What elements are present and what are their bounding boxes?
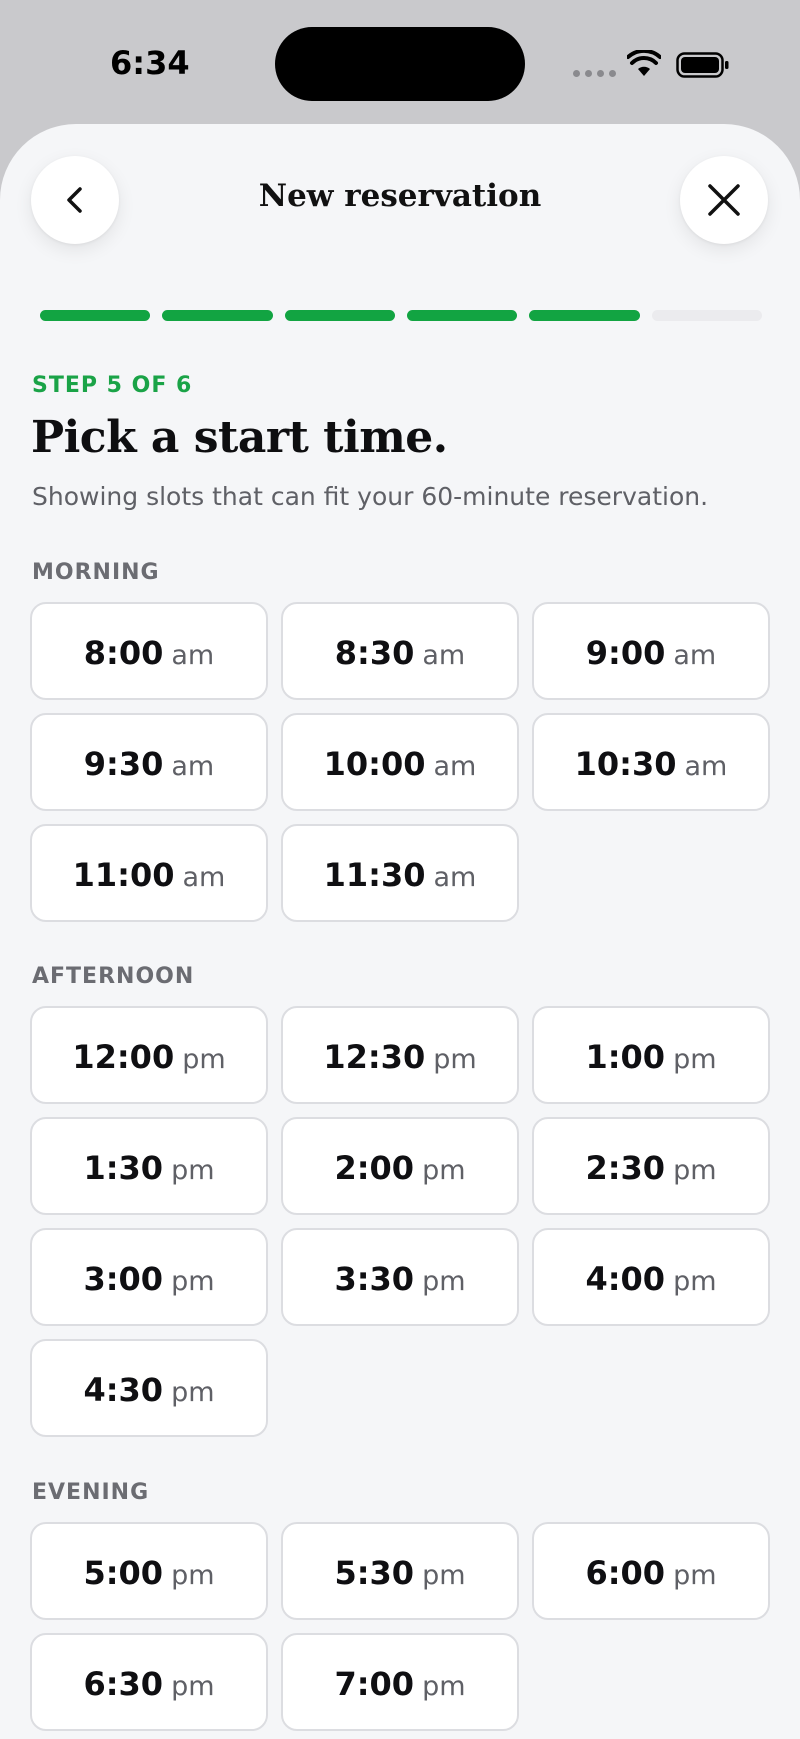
battery-icon xyxy=(676,52,729,78)
time-slot-time: 12:30 xyxy=(323,1038,426,1076)
section-label-morning: MORNING xyxy=(32,560,160,585)
close-icon xyxy=(708,184,740,216)
time-slot-meridiem: pm xyxy=(673,1560,717,1591)
time-slot-button[interactable]: 4:00 pm xyxy=(532,1228,770,1326)
time-slot-meridiem: am xyxy=(684,751,728,782)
time-slot-time: 2:30 xyxy=(585,1149,666,1187)
time-slot-time: 9:30 xyxy=(83,745,164,783)
time-slot-meridiem: am xyxy=(673,640,717,671)
close-button[interactable] xyxy=(680,156,768,244)
time-slot-time: 1:30 xyxy=(83,1149,164,1187)
time-slot-time: 7:00 xyxy=(334,1665,415,1703)
time-slot-button[interactable]: 1:00 pm xyxy=(532,1006,770,1104)
time-slot-time: 2:00 xyxy=(334,1149,415,1187)
time-slot-time: 1:00 xyxy=(585,1038,666,1076)
time-slot-button[interactable]: 1:30 pm xyxy=(30,1117,268,1215)
time-slot-button[interactable]: 8:30 am xyxy=(281,602,519,700)
time-slot-meridiem: pm xyxy=(422,1155,466,1186)
section-label-evening: EVENING xyxy=(32,1480,150,1505)
time-slot-time: 11:30 xyxy=(323,856,426,894)
time-slot-button[interactable]: 6:00 pm xyxy=(532,1522,770,1620)
time-slot-time: 3:00 xyxy=(83,1260,164,1298)
time-slot-meridiem: am xyxy=(182,862,226,893)
time-slot-meridiem: pm xyxy=(171,1560,215,1591)
time-slot-button[interactable]: 12:30 pm xyxy=(281,1006,519,1104)
progress-segment xyxy=(406,310,518,321)
time-slot-button[interactable]: 10:30 am xyxy=(532,713,770,811)
time-slot-time: 8:00 xyxy=(83,634,164,672)
time-slot-meridiem: pm xyxy=(433,1044,477,1075)
time-slot-meridiem: pm xyxy=(171,1671,215,1702)
time-slot-meridiem: pm xyxy=(171,1155,215,1186)
step-progress-bar xyxy=(40,310,762,321)
time-slot-meridiem: am xyxy=(433,862,477,893)
time-slot-time: 6:30 xyxy=(83,1665,164,1703)
time-slot-button[interactable]: 10:00 am xyxy=(281,713,519,811)
time-slot-button[interactable]: 3:00 pm xyxy=(30,1228,268,1326)
time-slot-button[interactable]: 4:30 pm xyxy=(30,1339,268,1437)
page-subtitle: Showing slots that can fit your 60-minut… xyxy=(32,482,709,511)
progress-segment xyxy=(529,310,640,321)
time-slot-time: 10:00 xyxy=(323,745,426,783)
time-slot-button[interactable]: 8:00 am xyxy=(30,602,268,700)
wifi-icon xyxy=(627,50,661,76)
time-slot-time: 12:00 xyxy=(72,1038,175,1076)
step-label: STEP 5 OF 6 xyxy=(32,373,193,398)
time-slot-time: 5:00 xyxy=(83,1554,164,1592)
time-slot-time: 5:30 xyxy=(334,1554,415,1592)
time-slot-meridiem: pm xyxy=(171,1266,215,1297)
page-title: Pick a start time. xyxy=(31,412,448,463)
time-slot-button[interactable]: 9:00 am xyxy=(532,602,770,700)
time-slot-button[interactable]: 5:30 pm xyxy=(281,1522,519,1620)
status-bar: 6:34 xyxy=(0,0,800,124)
time-slot-time: 3:30 xyxy=(334,1260,415,1298)
time-slot-meridiem: am xyxy=(171,751,215,782)
time-slot-grid-evening: 5:00 pm 5:30 pm 6:00 pm 6:30 pm 7:00 pm xyxy=(30,1522,770,1731)
progress-segment xyxy=(40,310,151,321)
time-slot-button[interactable]: 11:00 am xyxy=(30,824,268,922)
time-slot-button[interactable]: 12:00 pm xyxy=(30,1006,268,1104)
time-slot-time: 6:00 xyxy=(585,1554,666,1592)
time-slot-meridiem: pm xyxy=(673,1044,717,1075)
time-slot-time: 4:30 xyxy=(83,1371,164,1409)
time-slot-time: 10:30 xyxy=(574,745,677,783)
time-slot-meridiem: pm xyxy=(673,1155,717,1186)
reservation-sheet: New reservation STEP 5 OF 6 Pick a start… xyxy=(0,124,800,1739)
time-slot-meridiem: pm xyxy=(673,1266,717,1297)
cellular-signal-icon xyxy=(573,70,616,77)
progress-segment xyxy=(284,310,395,321)
time-slot-meridiem: pm xyxy=(422,1560,466,1591)
time-slot-meridiem: am xyxy=(433,751,477,782)
time-slot-time: 4:00 xyxy=(585,1260,666,1298)
time-slot-button[interactable]: 2:30 pm xyxy=(532,1117,770,1215)
progress-segment xyxy=(651,310,762,321)
time-slot-time: 8:30 xyxy=(334,634,415,672)
time-slot-button[interactable]: 7:00 pm xyxy=(281,1633,519,1731)
time-slot-meridiem: pm xyxy=(422,1266,466,1297)
time-slot-grid-morning: 8:00 am 8:30 am 9:00 am 9:30 am 10:00 am 10:30 am 11… xyxy=(30,602,770,922)
time-slot-meridiem: am xyxy=(422,640,466,671)
time-slot-button[interactable]: 2:00 pm xyxy=(281,1117,519,1215)
dynamic-island xyxy=(275,27,525,101)
progress-segment xyxy=(162,310,273,321)
time-slot-button[interactable]: 6:30 pm xyxy=(30,1633,268,1731)
time-slot-meridiem: pm xyxy=(422,1671,466,1702)
time-slot-button[interactable]: 9:30 am xyxy=(30,713,268,811)
time-slot-meridiem: pm xyxy=(182,1044,226,1075)
section-label-afternoon: AFTERNOON xyxy=(32,964,195,989)
time-slot-time: 9:00 xyxy=(585,634,666,672)
time-slot-meridiem: pm xyxy=(171,1377,215,1408)
time-slot-time: 11:00 xyxy=(72,856,175,894)
time-slot-button[interactable]: 5:00 pm xyxy=(30,1522,268,1620)
time-slot-button[interactable]: 3:30 pm xyxy=(281,1228,519,1326)
status-time: 6:34 xyxy=(110,44,190,82)
time-slot-button[interactable]: 11:30 am xyxy=(281,824,519,922)
time-slot-meridiem: am xyxy=(171,640,215,671)
time-slot-grid-afternoon: 12:00 pm 12:30 pm 1:00 pm 1:30 pm 2:00 pm 2:30 pm 3:… xyxy=(30,1006,770,1437)
